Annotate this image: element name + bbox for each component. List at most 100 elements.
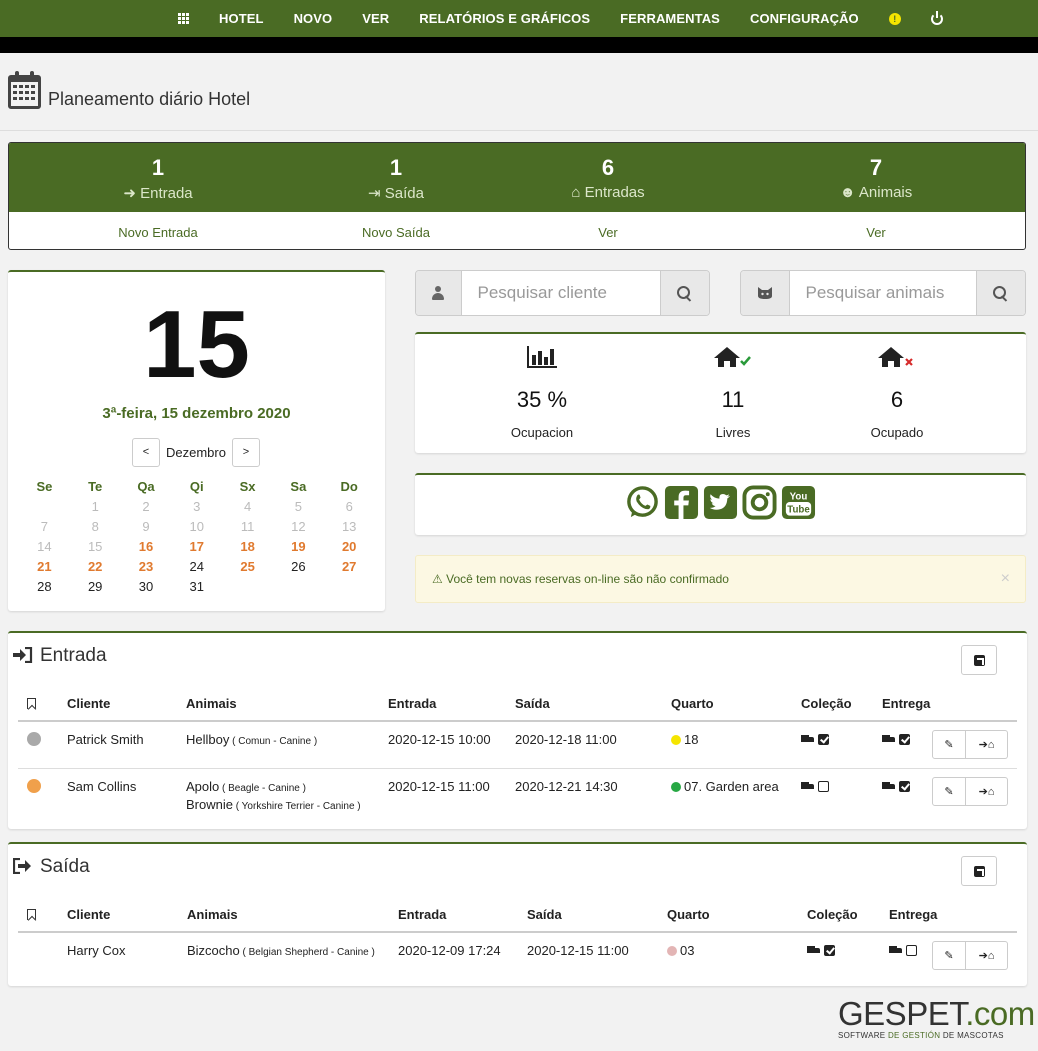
nav-configuracao[interactable]: CONFIGURAÇÃO xyxy=(750,11,859,26)
row-actions: ✎ ➔⌂ xyxy=(932,941,1008,970)
animal-detail: ( Yorkshire Terrier - Canine ) xyxy=(232,801,361,812)
alert-close-button[interactable]: × xyxy=(1001,570,1010,588)
col-entrega: Entrega xyxy=(882,696,931,711)
calendar-day[interactable]: 20 xyxy=(324,539,375,554)
colecao-checkbox[interactable] xyxy=(818,734,829,745)
arrow-home-icon: ➔⌂ xyxy=(978,786,995,798)
animal-name[interactable]: Bizcocho xyxy=(187,943,240,958)
calendar-day[interactable]: 12 xyxy=(273,519,324,534)
next-month-button[interactable]: > xyxy=(231,438,260,467)
calendar-day[interactable]: 26 xyxy=(273,559,324,574)
stat-entradas: 6 ⌂ Entradas xyxy=(533,155,683,201)
client-search-button[interactable] xyxy=(659,271,709,315)
calendar-day[interactable]: 1 xyxy=(70,499,121,514)
export-button[interactable] xyxy=(961,856,997,886)
calendar-day[interactable]: 25 xyxy=(222,559,273,574)
calendar-day[interactable]: 29 xyxy=(70,579,121,594)
calendar-day[interactable]: 23 xyxy=(121,559,172,574)
truck-icon xyxy=(807,946,820,955)
entrega-checkbox[interactable] xyxy=(906,945,917,956)
online-bookings-alert: ⚠ Você tem novas reservas on-line são nã… xyxy=(415,555,1026,603)
power-icon[interactable] xyxy=(930,10,943,25)
colecao-checkbox[interactable] xyxy=(818,781,829,792)
sign-in-icon: ➜ xyxy=(123,185,136,202)
calendar-week-row: 14 15 16 17 18 19 20 xyxy=(19,536,375,556)
nav-relatorios[interactable]: RELATÓRIOS E GRÁFICOS xyxy=(419,11,590,26)
animal-search-input[interactable] xyxy=(789,271,976,315)
nav-ver[interactable]: VER xyxy=(362,11,389,26)
instagram-icon[interactable] xyxy=(742,485,777,520)
youtube-icon[interactable]: You Tube xyxy=(781,485,816,520)
room-color-dot xyxy=(667,946,677,956)
calendar-day[interactable]: 19 xyxy=(273,539,324,554)
calendar-day[interactable]: 27 xyxy=(324,559,375,574)
calendar-day[interactable]: 22 xyxy=(70,559,121,574)
calendar-day[interactable]: 13 xyxy=(324,519,375,534)
animal-name[interactable]: Apolo xyxy=(186,779,219,794)
calendar-day[interactable]: 16 xyxy=(121,539,172,554)
calendar-day[interactable]: 18 xyxy=(222,539,273,554)
entrega-checkbox[interactable] xyxy=(899,781,910,792)
client-name[interactable]: Patrick Smith xyxy=(67,732,144,747)
calendar-day[interactable]: 6 xyxy=(324,499,375,514)
stat-count: 1 xyxy=(151,155,165,180)
calendar-day[interactable]: 8 xyxy=(70,519,121,534)
prev-month-button[interactable]: < xyxy=(132,438,160,467)
calendar-day[interactable]: 7 xyxy=(19,519,70,534)
ver-animais-link[interactable]: Ver xyxy=(801,225,951,240)
ver-entradas-link[interactable]: Ver xyxy=(533,225,683,240)
nav-ferramentas[interactable]: FERRAMENTAS xyxy=(620,11,720,26)
colecao-checkbox[interactable] xyxy=(824,945,835,956)
calendar-day[interactable]: 21 xyxy=(19,559,70,574)
weekday-label: Qa xyxy=(137,478,155,494)
svg-text:Tube: Tube xyxy=(787,505,810,516)
calendar-week-row: 21 22 23 24 25 26 27 xyxy=(19,556,375,576)
calendar-day[interactable]: 30 xyxy=(121,579,172,594)
col-entrada: Entrada xyxy=(388,696,437,711)
exclamation-icon[interactable]: ! xyxy=(888,12,901,25)
nav-novo[interactable]: NOVO xyxy=(294,11,333,26)
calendar-day[interactable]: 4 xyxy=(222,499,273,514)
calendar-day[interactable]: 10 xyxy=(171,519,222,534)
client-name[interactable]: Harry Cox xyxy=(67,943,126,958)
nav-hotel[interactable]: HOTEL xyxy=(219,11,264,26)
entrega-checkbox[interactable] xyxy=(899,734,910,745)
animal-search-button[interactable] xyxy=(975,271,1025,315)
saida-date: 2020-12-21 14:30 xyxy=(515,779,618,794)
calendar-day[interactable]: 15 xyxy=(70,539,121,554)
animal-name[interactable]: Hellboy xyxy=(186,732,229,747)
apps-grid-icon[interactable] xyxy=(178,13,189,24)
col-quarto: Quarto xyxy=(671,696,714,711)
search-icon xyxy=(993,285,1008,301)
twitter-icon[interactable] xyxy=(703,485,738,520)
calendar-day[interactable]: 3 xyxy=(171,499,222,514)
edit-button[interactable]: ✎ xyxy=(932,941,966,970)
export-button[interactable] xyxy=(961,645,997,675)
calendar-week-row: 123456 xyxy=(19,496,375,516)
section-title: Entrada xyxy=(40,645,107,666)
calendar-day[interactable]: 28 xyxy=(19,579,70,594)
facebook-icon[interactable] xyxy=(664,485,699,520)
row-actions: ✎ ➔⌂ xyxy=(932,777,1008,806)
checkin-button[interactable]: ➔⌂ xyxy=(966,777,1008,806)
client-name[interactable]: Sam Collins xyxy=(67,779,136,794)
calendar-day[interactable]: 9 xyxy=(121,519,172,534)
calendar-day[interactable]: 14 xyxy=(19,539,70,554)
calendar-day[interactable]: 11 xyxy=(222,519,273,534)
calendar-day[interactable]: 2 xyxy=(121,499,172,514)
edit-button[interactable]: ✎ xyxy=(932,777,966,806)
calendar-day[interactable]: 31 xyxy=(171,579,222,594)
calendar-day[interactable]: 5 xyxy=(273,499,324,514)
novo-saida-link[interactable]: Novo Saída xyxy=(321,225,471,240)
animal-name[interactable]: Brownie xyxy=(186,797,233,812)
edit-button[interactable]: ✎ xyxy=(932,730,966,759)
bookmark-icon xyxy=(27,698,36,709)
client-search-input[interactable] xyxy=(461,271,660,315)
checkin-button[interactable]: ➔⌂ xyxy=(966,730,1008,759)
calendar-day[interactable]: 24 xyxy=(171,559,222,574)
checkout-button[interactable]: ➔⌂ xyxy=(966,941,1008,970)
stat-label: Animais xyxy=(858,184,913,201)
whatsapp-icon[interactable] xyxy=(625,485,660,520)
calendar-day[interactable]: 17 xyxy=(171,539,222,554)
novo-entrada-link[interactable]: Novo Entrada xyxy=(83,225,233,240)
